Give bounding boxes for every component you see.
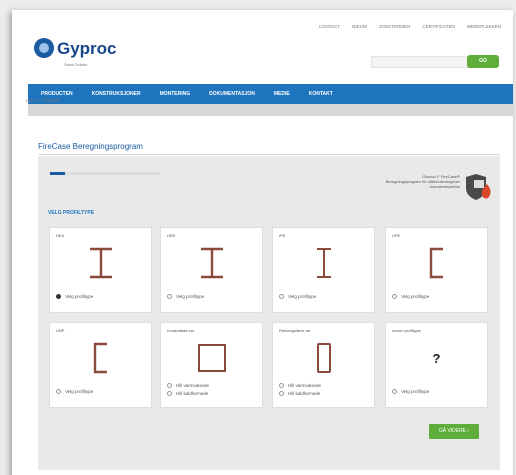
profile-card-label: HEA — [56, 233, 65, 238]
profile-option[interactable]: Velg profiltype — [392, 389, 429, 394]
calculator-panel — [38, 156, 500, 470]
breadcrumb[interactable]: Hjem > FireCase — [26, 98, 60, 103]
radio-button[interactable] — [279, 383, 284, 388]
profile-option-label: Velg profiltype — [288, 294, 317, 299]
search-button[interactable]: GO — [467, 55, 499, 68]
profile-card-label: HEB — [167, 233, 176, 238]
divider — [38, 154, 500, 155]
profile-shape-icon — [316, 248, 331, 278]
radio-button[interactable] — [167, 383, 172, 388]
profile-card-label: Kvadratiske rør — [167, 328, 195, 333]
radio-button[interactable] — [392, 389, 397, 394]
profile-shape-icon — [429, 247, 443, 279]
nav-item-konstruksjoner[interactable]: KONSTRUKSJONER — [92, 91, 141, 97]
profile-card[interactable]: HEA Velg profiltype — [49, 227, 152, 313]
breadcrumb-bar — [28, 104, 513, 116]
radio-button[interactable] — [167, 294, 172, 299]
question-icon: ? — [432, 351, 441, 366]
radio-button[interactable] — [279, 294, 284, 299]
profile-card-label: Rektangulære rør — [279, 328, 311, 333]
profile-shape-icon — [89, 247, 112, 279]
radio-button[interactable] — [56, 389, 61, 394]
profile-card[interactable]: Annen profiltype? Velg profiltype — [385, 322, 488, 408]
gyproc-logo-icon — [34, 38, 54, 58]
profile-option-label: Velg profiltype — [65, 294, 94, 299]
next-button[interactable]: GÅ VIDERE › — [429, 424, 479, 439]
profile-option-label: Hill varmvalsede — [288, 383, 322, 388]
profile-card[interactable]: HEB Velg profiltype — [160, 227, 263, 313]
logo-subtitle: Saint-Gobain — [64, 62, 88, 67]
radio-button[interactable] — [392, 294, 397, 299]
top-link[interactable]: WERKPLEKKEN — [467, 24, 501, 29]
nav-item-produkter[interactable]: PRODUCTEN — [41, 91, 73, 97]
top-link[interactable]: NIEUW — [352, 24, 367, 29]
progress-fill — [50, 172, 66, 175]
brand-line: brannbeskyttelse — [429, 184, 460, 189]
nav-item-medie[interactable]: MEDIE — [274, 91, 290, 97]
profile-option[interactable]: Velg profiltype — [392, 294, 429, 299]
radio-button[interactable] — [279, 391, 284, 396]
nav-item-montering[interactable]: MONTERING — [160, 91, 191, 97]
section-label: VELG PROFILTYPE — [48, 210, 95, 216]
top-links: CONTACT NIEUW ZOEKTERMEN CERTIFICATEN WE… — [319, 24, 501, 29]
profile-card[interactable]: Rektangulære rør Hill varmvalsede Hill kal… — [272, 322, 375, 408]
profile-option-label: Velg profiltype — [401, 389, 430, 394]
profile-card[interactable]: Kvadratiske rør Hill varmvalsede Hill kald… — [160, 322, 263, 408]
profile-option[interactable]: Hill kaldformede — [167, 391, 208, 396]
firecase-shield-icon — [466, 174, 491, 200]
profile-option-label: Hill kaldformede — [176, 391, 209, 396]
top-link[interactable]: CERTIFICATEN — [422, 24, 454, 29]
page-title: FireCase Beregningsprogram — [38, 142, 143, 151]
top-link[interactable]: CONTACT — [319, 24, 340, 29]
nav-item-dokumentasjon[interactable]: DOKUMENTASJON — [209, 91, 255, 97]
profile-option-label: Velg profiltype — [401, 294, 430, 299]
nav-item-kontakt[interactable]: KONTAKT — [309, 91, 333, 97]
firecase-brand: Glasroc F FireCase® Beregningsprogram fo… — [386, 174, 460, 189]
profile-card-label: UNP — [56, 328, 65, 333]
profile-shape-icon — [197, 344, 226, 372]
profile-shape-icon — [200, 247, 223, 279]
radio-button[interactable] — [167, 391, 172, 396]
profile-card-label: IPE — [279, 233, 286, 238]
profile-option[interactable]: Velg profiltype — [279, 294, 316, 299]
profile-shape-icon — [316, 343, 331, 373]
profile-option[interactable]: Velg profiltype — [167, 294, 204, 299]
profile-card[interactable]: UPE Velg profiltype — [385, 227, 488, 313]
profile-card-label: Annen profiltype — [392, 328, 421, 333]
profile-option[interactable]: Velg profiltype — [56, 389, 93, 394]
profile-card[interactable]: IPE Velg profiltype — [272, 227, 375, 313]
profile-shape-icon — [93, 342, 107, 374]
profile-option[interactable]: Hill varmvalsede — [167, 383, 209, 388]
profile-option[interactable]: Hill varmvalsede — [279, 383, 321, 388]
profile-card[interactable]: UNP Velg profiltype — [49, 322, 152, 408]
logo-text: Gyproc — [57, 38, 117, 58]
profile-option-label: Hill kaldformede — [288, 391, 321, 396]
top-link[interactable]: ZOEKTERMEN — [379, 24, 410, 29]
profile-option[interactable]: Hill kaldformede — [279, 391, 320, 396]
gyproc-logo[interactable]: Gyproc — [34, 38, 117, 58]
profile-card-label: UPE — [392, 233, 401, 238]
profile-option-label: Hill varmvalsede — [176, 383, 210, 388]
profile-option-label: Velg profiltype — [65, 389, 94, 394]
main-nav: PRODUCTEN KONSTRUKSJONER MONTERING DOKUM… — [28, 84, 513, 104]
radio-button[interactable] — [56, 294, 61, 299]
profile-option-label: Velg profiltype — [176, 294, 205, 299]
search-input[interactable] — [371, 56, 469, 68]
profile-option[interactable]: Velg profiltype — [56, 294, 93, 299]
progress-bar — [50, 172, 160, 175]
